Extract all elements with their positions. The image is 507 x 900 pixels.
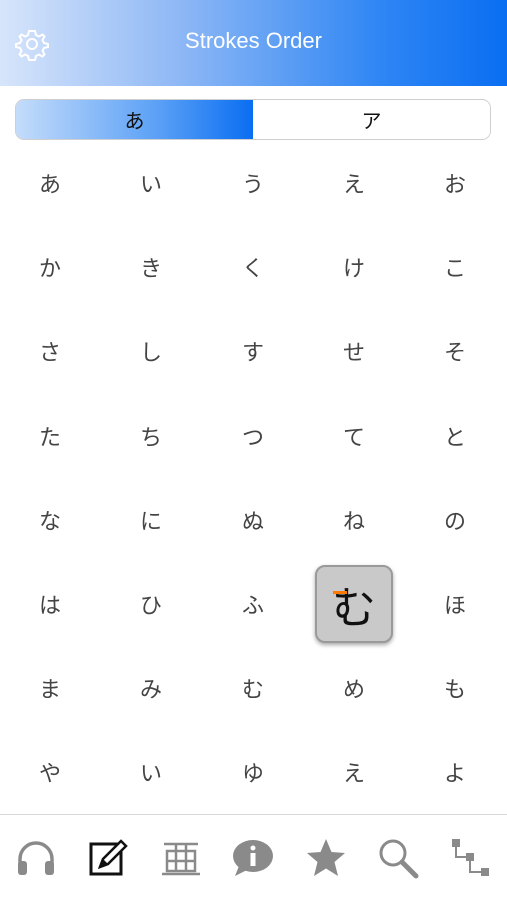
kana-cell[interactable]: ぬ xyxy=(203,478,303,562)
grid-icon[interactable] xyxy=(153,830,209,886)
app-header: Strokes Order xyxy=(0,0,507,86)
kana-cell[interactable]: い xyxy=(101,730,201,814)
hiragana-tab[interactable]: あ xyxy=(16,100,253,139)
kana-char: つ xyxy=(241,425,264,451)
kana-cell[interactable]: う xyxy=(203,141,303,225)
star-icon[interactable] xyxy=(298,830,354,886)
kana-cell[interactable]: ひ xyxy=(101,562,201,646)
kana-cell[interactable]: た xyxy=(0,394,100,478)
page-title: Strokes Order xyxy=(185,28,322,53)
katakana-tab[interactable]: ア xyxy=(253,100,490,139)
kana-cell[interactable]: せ xyxy=(304,309,404,393)
kana-cell[interactable]: つ xyxy=(203,394,303,478)
kana-cell[interactable]: き xyxy=(101,225,201,309)
kana-cell[interactable]: み xyxy=(101,646,201,730)
kana-cell[interactable]: ち xyxy=(101,394,201,478)
kana-char: は xyxy=(38,594,61,619)
kana-char: て xyxy=(342,425,365,451)
kana-char: す xyxy=(241,341,264,367)
kana-cell[interactable]: む xyxy=(203,646,303,730)
kana-char: ま xyxy=(38,678,61,704)
info-icon[interactable] xyxy=(225,830,281,886)
kana-char: も xyxy=(443,678,466,704)
kana-char: ゆ xyxy=(241,762,264,788)
kana-char: よ xyxy=(443,762,466,788)
kana-cell[interactable]: い xyxy=(101,141,201,225)
kana-char: こ xyxy=(443,257,466,283)
kana-cell[interactable]: え xyxy=(304,730,404,814)
kana-char: む xyxy=(241,678,264,704)
kana-char: ほ xyxy=(443,594,466,619)
kana-char: に xyxy=(139,509,162,535)
kana-char: み xyxy=(139,678,162,704)
kana-char: い xyxy=(139,762,162,788)
kana-char: お xyxy=(443,173,466,198)
current-stroke-highlight xyxy=(333,591,347,594)
kana-char: う xyxy=(241,173,264,198)
kana-cell[interactable]: め xyxy=(304,646,404,730)
kana-char: や xyxy=(38,762,61,788)
kana-cell[interactable]: の xyxy=(405,478,505,562)
stroke-preview-box[interactable]: む xyxy=(315,565,393,643)
kana-char: き xyxy=(139,257,162,283)
kana-char: え xyxy=(342,173,365,198)
kana-char: ね xyxy=(342,509,365,535)
kana-cell-selected[interactable]: む xyxy=(304,562,404,646)
kana-cell[interactable]: な xyxy=(0,478,100,562)
kana-cell[interactable]: さ xyxy=(0,309,100,393)
kana-cell[interactable]: え xyxy=(304,141,404,225)
kana-cell[interactable]: け xyxy=(304,225,404,309)
headphones-icon[interactable] xyxy=(8,830,64,886)
kana-cell[interactable]: お xyxy=(405,141,505,225)
kana-char: く xyxy=(241,257,264,283)
script-segmented-control: あ ア xyxy=(15,99,491,140)
kana-char: か xyxy=(38,257,61,283)
kana-cell[interactable]: と xyxy=(405,394,505,478)
kana-cell[interactable]: か xyxy=(0,225,100,309)
kana-cell[interactable]: よ xyxy=(405,730,505,814)
kana-char: そ xyxy=(443,341,466,367)
kana-char: な xyxy=(38,509,61,535)
kana-cell[interactable]: ま xyxy=(0,646,100,730)
kana-char: し xyxy=(139,341,162,367)
kana-cell[interactable]: も xyxy=(405,646,505,730)
kana-cell[interactable]: ほ xyxy=(405,562,505,646)
kana-grid: あいうえおかきくけこさしすせそたちつてとなにぬねのはひふむほまみむめもやいゆえよ xyxy=(0,141,507,814)
kana-cell[interactable]: は xyxy=(0,562,100,646)
search-icon[interactable] xyxy=(370,830,426,886)
kana-cell[interactable]: ゆ xyxy=(203,730,303,814)
edit-icon[interactable] xyxy=(81,830,137,886)
kana-char: ぬ xyxy=(241,509,264,535)
kana-char: た xyxy=(38,425,61,451)
kana-char: ひ xyxy=(139,594,162,619)
kana-cell[interactable]: く xyxy=(203,225,303,309)
kana-cell[interactable]: に xyxy=(101,478,201,562)
kana-char: ふ xyxy=(241,594,264,619)
kana-cell[interactable]: こ xyxy=(405,225,505,309)
kana-char: え xyxy=(342,762,365,788)
kana-char: い xyxy=(139,173,162,198)
hierarchy-icon[interactable] xyxy=(443,830,499,886)
kana-cell[interactable]: し xyxy=(101,309,201,393)
bottom-tab-bar xyxy=(0,815,507,900)
kana-char: と xyxy=(443,425,466,451)
kana-char: ち xyxy=(139,425,162,451)
kana-char: む xyxy=(332,583,376,634)
kana-char: の xyxy=(443,509,466,535)
kana-cell[interactable]: す xyxy=(203,309,303,393)
kana-cell[interactable]: ね xyxy=(304,478,404,562)
kana-cell[interactable]: て xyxy=(304,394,404,478)
kana-char: あ xyxy=(38,173,61,198)
kana-char: せ xyxy=(342,341,365,367)
kana-cell[interactable]: あ xyxy=(0,141,100,225)
kana-char: め xyxy=(342,678,365,704)
kana-char: さ xyxy=(38,341,61,367)
kana-char: け xyxy=(342,257,365,283)
kana-cell[interactable]: や xyxy=(0,730,100,814)
kana-cell[interactable]: ふ xyxy=(203,562,303,646)
kana-cell[interactable]: そ xyxy=(405,309,505,393)
